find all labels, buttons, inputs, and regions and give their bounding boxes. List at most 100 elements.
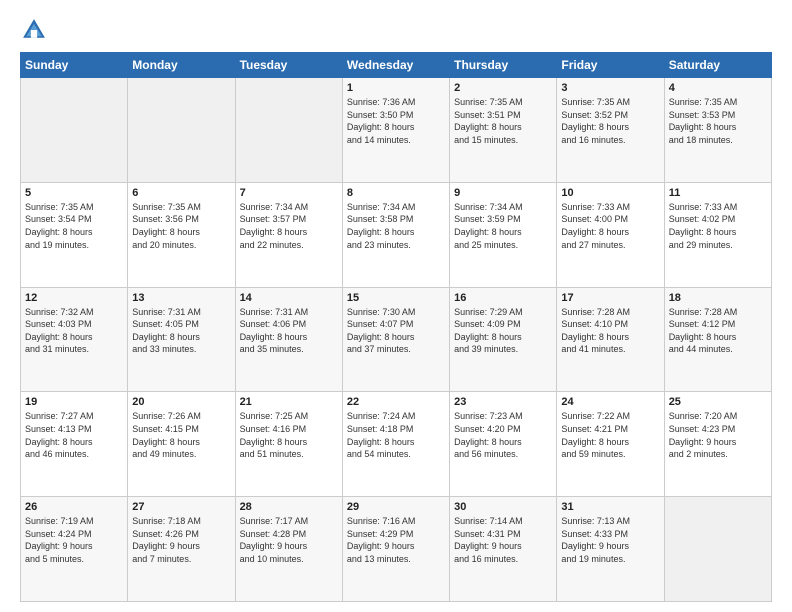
day-number: 20 [132,396,230,408]
day-number: 21 [240,396,338,408]
day-cell: 31 Sunrise: 7:13 AM Sunset: 4:33 PM Dayli… [557,497,664,602]
day-info: Sunrise: 7:27 AM Sunset: 4:13 PM Dayligh… [25,410,123,460]
day-cell: 13 Sunrise: 7:31 AM Sunset: 4:05 PM Dayli… [128,287,235,392]
day-cell [235,78,342,183]
day-cell: 14 Sunrise: 7:31 AM Sunset: 4:06 PM Dayli… [235,287,342,392]
day-number: 31 [561,501,659,513]
day-info: Sunrise: 7:28 AM Sunset: 4:10 PM Dayligh… [561,306,659,356]
day-cell [128,78,235,183]
day-info: Sunrise: 7:22 AM Sunset: 4:21 PM Dayligh… [561,410,659,460]
day-number: 13 [132,292,230,304]
day-number: 14 [240,292,338,304]
day-info: Sunrise: 7:19 AM Sunset: 4:24 PM Dayligh… [25,515,123,565]
week-row-4: 19 Sunrise: 7:27 AM Sunset: 4:13 PM Dayli… [21,392,772,497]
calendar: SundayMondayTuesdayWednesdayThursdayFrid… [20,52,772,602]
day-number: 16 [454,292,552,304]
day-cell: 23 Sunrise: 7:23 AM Sunset: 4:20 PM Dayli… [450,392,557,497]
weekday-header-saturday: Saturday [664,53,771,78]
day-info: Sunrise: 7:13 AM Sunset: 4:33 PM Dayligh… [561,515,659,565]
day-info: Sunrise: 7:35 AM Sunset: 3:52 PM Dayligh… [561,96,659,146]
day-cell: 30Sunrise: 7:14 AM Sunset: 4:31 PM Dayli… [450,497,557,602]
day-number: 24 [561,396,659,408]
day-info: Sunrise: 7:35 AM Sunset: 3:51 PM Dayligh… [454,96,552,146]
day-cell: 20 Sunrise: 7:26 AM Sunset: 4:15 PM Dayli… [128,392,235,497]
day-number: 3 [561,82,659,94]
day-cell: 18Sunrise: 7:28 AM Sunset: 4:12 PM Dayli… [664,287,771,392]
day-info: Sunrise: 7:29 AM Sunset: 4:09 PM Dayligh… [454,306,552,356]
day-info: Sunrise: 7:24 AM Sunset: 4:18 PM Dayligh… [347,410,445,460]
day-cell: 2Sunrise: 7:35 AM Sunset: 3:51 PM Daylig… [450,78,557,183]
day-cell: 24 Sunrise: 7:22 AM Sunset: 4:21 PM Dayli… [557,392,664,497]
day-cell: 3 Sunrise: 7:35 AM Sunset: 3:52 PM Daylig… [557,78,664,183]
day-cell: 26 Sunrise: 7:19 AM Sunset: 4:24 PM Dayli… [21,497,128,602]
day-cell: 9 Sunrise: 7:34 AM Sunset: 3:59 PM Daylig… [450,182,557,287]
day-cell: 27 Sunrise: 7:18 AM Sunset: 4:26 PM Dayli… [128,497,235,602]
day-info: Sunrise: 7:17 AM Sunset: 4:28 PM Dayligh… [240,515,338,565]
day-cell [664,497,771,602]
week-row-3: 12Sunrise: 7:32 AM Sunset: 4:03 PM Dayli… [21,287,772,392]
week-row-5: 26 Sunrise: 7:19 AM Sunset: 4:24 PM Dayli… [21,497,772,602]
day-cell: 15 Sunrise: 7:30 AM Sunset: 4:07 PM Dayli… [342,287,449,392]
day-cell: 4Sunrise: 7:35 AM Sunset: 3:53 PM Daylig… [664,78,771,183]
day-info: Sunrise: 7:31 AM Sunset: 4:05 PM Dayligh… [132,306,230,356]
day-info: Sunrise: 7:34 AM Sunset: 3:58 PM Dayligh… [347,201,445,251]
day-info: Sunrise: 7:23 AM Sunset: 4:20 PM Dayligh… [454,410,552,460]
day-number: 29 [347,501,445,513]
day-cell: 10 Sunrise: 7:33 AM Sunset: 4:00 PM Dayli… [557,182,664,287]
logo-icon [20,16,48,44]
day-cell: 25 Sunrise: 7:20 AM Sunset: 4:23 PM Dayli… [664,392,771,497]
day-number: 22 [347,396,445,408]
day-info: Sunrise: 7:26 AM Sunset: 4:15 PM Dayligh… [132,410,230,460]
day-number: 19 [25,396,123,408]
day-number: 6 [132,187,230,199]
day-cell: 8 Sunrise: 7:34 AM Sunset: 3:58 PM Daylig… [342,182,449,287]
day-cell: 19 Sunrise: 7:27 AM Sunset: 4:13 PM Dayli… [21,392,128,497]
day-info: Sunrise: 7:31 AM Sunset: 4:06 PM Dayligh… [240,306,338,356]
weekday-header-wednesday: Wednesday [342,53,449,78]
logo [20,16,52,44]
day-info: Sunrise: 7:28 AM Sunset: 4:12 PM Dayligh… [669,306,767,356]
day-cell: 16 Sunrise: 7:29 AM Sunset: 4:09 PM Dayli… [450,287,557,392]
day-number: 7 [240,187,338,199]
day-number: 23 [454,396,552,408]
day-info: Sunrise: 7:34 AM Sunset: 3:59 PM Dayligh… [454,201,552,251]
day-number: 26 [25,501,123,513]
weekday-header-tuesday: Tuesday [235,53,342,78]
weekday-header-sunday: Sunday [21,53,128,78]
weekday-header-monday: Monday [128,53,235,78]
day-number: 1 [347,82,445,94]
day-number: 11 [669,187,767,199]
day-number: 15 [347,292,445,304]
day-cell: 7 Sunrise: 7:34 AM Sunset: 3:57 PM Daylig… [235,182,342,287]
day-info: Sunrise: 7:25 AM Sunset: 4:16 PM Dayligh… [240,410,338,460]
day-info: Sunrise: 7:32 AM Sunset: 4:03 PM Dayligh… [25,306,123,356]
week-row-1: 1 Sunrise: 7:36 AM Sunset: 3:50 PM Daylig… [21,78,772,183]
day-cell: 1 Sunrise: 7:36 AM Sunset: 3:50 PM Daylig… [342,78,449,183]
day-info: Sunrise: 7:18 AM Sunset: 4:26 PM Dayligh… [132,515,230,565]
day-cell: 22 Sunrise: 7:24 AM Sunset: 4:18 PM Dayli… [342,392,449,497]
day-number: 9 [454,187,552,199]
day-info: Sunrise: 7:33 AM Sunset: 4:00 PM Dayligh… [561,201,659,251]
day-info: Sunrise: 7:35 AM Sunset: 3:54 PM Dayligh… [25,201,123,251]
day-info: Sunrise: 7:34 AM Sunset: 3:57 PM Dayligh… [240,201,338,251]
day-info: Sunrise: 7:35 AM Sunset: 3:53 PM Dayligh… [669,96,767,146]
weekday-header-row: SundayMondayTuesdayWednesdayThursdayFrid… [21,53,772,78]
day-info: Sunrise: 7:14 AM Sunset: 4:31 PM Dayligh… [454,515,552,565]
day-number: 10 [561,187,659,199]
page: SundayMondayTuesdayWednesdayThursdayFrid… [0,0,792,612]
day-number: 8 [347,187,445,199]
day-number: 17 [561,292,659,304]
day-cell: 29 Sunrise: 7:16 AM Sunset: 4:29 PM Dayli… [342,497,449,602]
day-info: Sunrise: 7:30 AM Sunset: 4:07 PM Dayligh… [347,306,445,356]
weekday-header-thursday: Thursday [450,53,557,78]
day-number: 25 [669,396,767,408]
day-number: 27 [132,501,230,513]
weekday-header-friday: Friday [557,53,664,78]
day-number: 5 [25,187,123,199]
day-info: Sunrise: 7:16 AM Sunset: 4:29 PM Dayligh… [347,515,445,565]
day-cell: 11Sunrise: 7:33 AM Sunset: 4:02 PM Dayli… [664,182,771,287]
day-cell: 17 Sunrise: 7:28 AM Sunset: 4:10 PM Dayli… [557,287,664,392]
day-info: Sunrise: 7:36 AM Sunset: 3:50 PM Dayligh… [347,96,445,146]
day-info: Sunrise: 7:20 AM Sunset: 4:23 PM Dayligh… [669,410,767,460]
day-cell: 6Sunrise: 7:35 AM Sunset: 3:56 PM Daylig… [128,182,235,287]
